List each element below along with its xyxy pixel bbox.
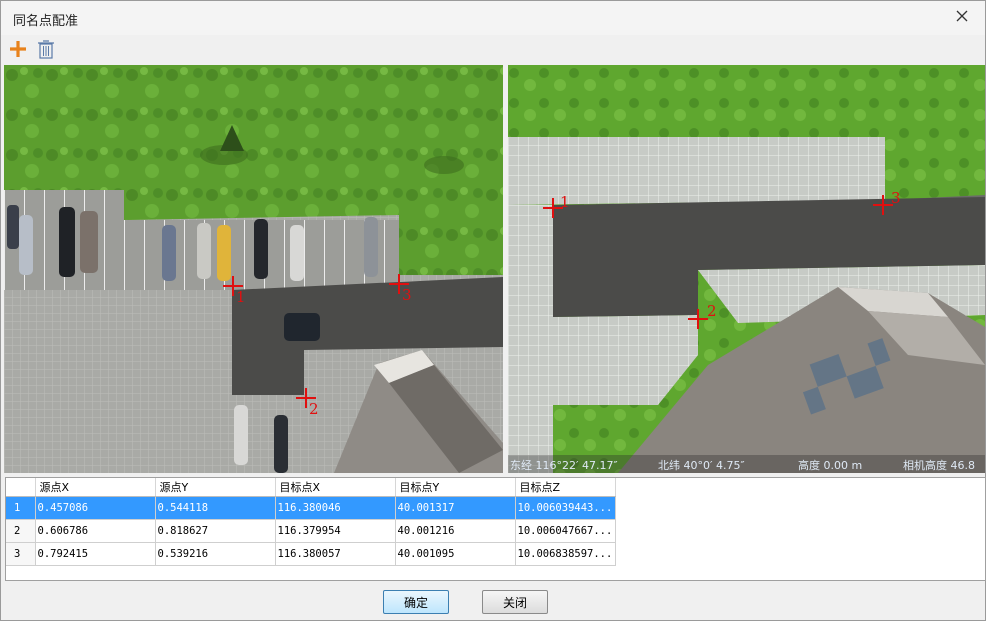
- title-bar: 同名点配准: [1, 1, 985, 35]
- marker-label: 1: [236, 288, 246, 306]
- cell-source-x[interactable]: 0.792415: [35, 542, 156, 566]
- cell-target-x[interactable]: 116.379954: [275, 519, 396, 543]
- col-header[interactable]: 源点X: [35, 478, 156, 497]
- status-height: 高度 0.00 m: [798, 458, 862, 472]
- plus-icon[interactable]: [7, 38, 29, 60]
- cell-source-y[interactable]: 0.818627: [155, 519, 276, 543]
- close-button[interactable]: 关闭: [482, 590, 548, 614]
- col-header[interactable]: 源点Y: [155, 478, 276, 497]
- target-scene-view[interactable]: ▞▚▞ 1 2 3 东经 116°22′ 47.17″ 北纬 40°0′ 4.7…: [508, 65, 985, 473]
- cell-source-x[interactable]: 0.606786: [35, 519, 156, 543]
- dialog-title: 同名点配准: [13, 14, 79, 29]
- points-table: 源点X 源点Y 目标点X 目标点Y 目标点Z 1 0.457086 0.5441…: [6, 478, 616, 566]
- marker-label: 3: [891, 189, 901, 207]
- marker-label: 1: [560, 193, 570, 211]
- cell-target-y[interactable]: 40.001095: [395, 542, 516, 566]
- status-longitude: 东经 116°22′ 47.17″: [510, 459, 618, 472]
- col-header[interactable]: 目标点Z: [515, 478, 616, 497]
- cell-target-x[interactable]: 116.380046: [275, 496, 396, 520]
- cell-target-y[interactable]: 40.001216: [395, 519, 516, 543]
- cell-source-y[interactable]: 0.539216: [155, 542, 276, 566]
- table-header: 源点X 源点Y 目标点X 目标点Y 目标点Z: [6, 478, 616, 497]
- trash-icon[interactable]: [35, 38, 57, 60]
- marker-label: 2: [707, 302, 717, 320]
- dialog-footer: 确定 关闭: [1, 581, 985, 620]
- table-row[interactable]: 2 0.606786 0.818627 116.379954 40.001216…: [6, 519, 616, 543]
- table-row[interactable]: 3 0.792415 0.539216 116.380057 40.001095…: [6, 542, 616, 566]
- cell-target-x[interactable]: 116.380057: [275, 542, 396, 566]
- cell-source-y[interactable]: 0.544118: [155, 496, 276, 520]
- marker-label: 2: [309, 400, 319, 418]
- row-number: 1: [6, 496, 36, 520]
- cell-target-z[interactable]: 10.006047667...: [515, 519, 616, 543]
- toolbar: [1, 35, 985, 63]
- row-number: 2: [6, 519, 36, 543]
- status-latitude: 北纬 40°0′ 4.75″: [658, 459, 745, 472]
- col-header[interactable]: 目标点X: [275, 478, 396, 497]
- table-row[interactable]: 1 0.457086 0.544118 116.380046 40.001317…: [6, 496, 616, 520]
- row-number: 3: [6, 542, 36, 566]
- status-camera-height: 相机高度 46.8: [903, 458, 975, 472]
- cell-source-x[interactable]: 0.457086: [35, 496, 156, 520]
- cell-target-z[interactable]: 10.006838597...: [515, 542, 616, 566]
- cell-target-z[interactable]: 10.006039443...: [515, 496, 616, 520]
- source-image-view[interactable]: 1 2 3: [4, 65, 503, 473]
- marker-label: 3: [402, 286, 412, 304]
- close-icon[interactable]: [953, 7, 971, 25]
- col-header[interactable]: 目标点Y: [395, 478, 516, 497]
- registration-dialog: 同名点配准 1 2 3 ▞▚▞ 1 2 3 东经 116°22′ 47.17″ …: [0, 0, 986, 621]
- ok-button[interactable]: 确定: [383, 590, 449, 614]
- col-header: [6, 478, 36, 497]
- points-table-container: 源点X 源点Y 目标点X 目标点Y 目标点Z 1 0.457086 0.5441…: [5, 477, 986, 581]
- cell-target-y[interactable]: 40.001317: [395, 496, 516, 520]
